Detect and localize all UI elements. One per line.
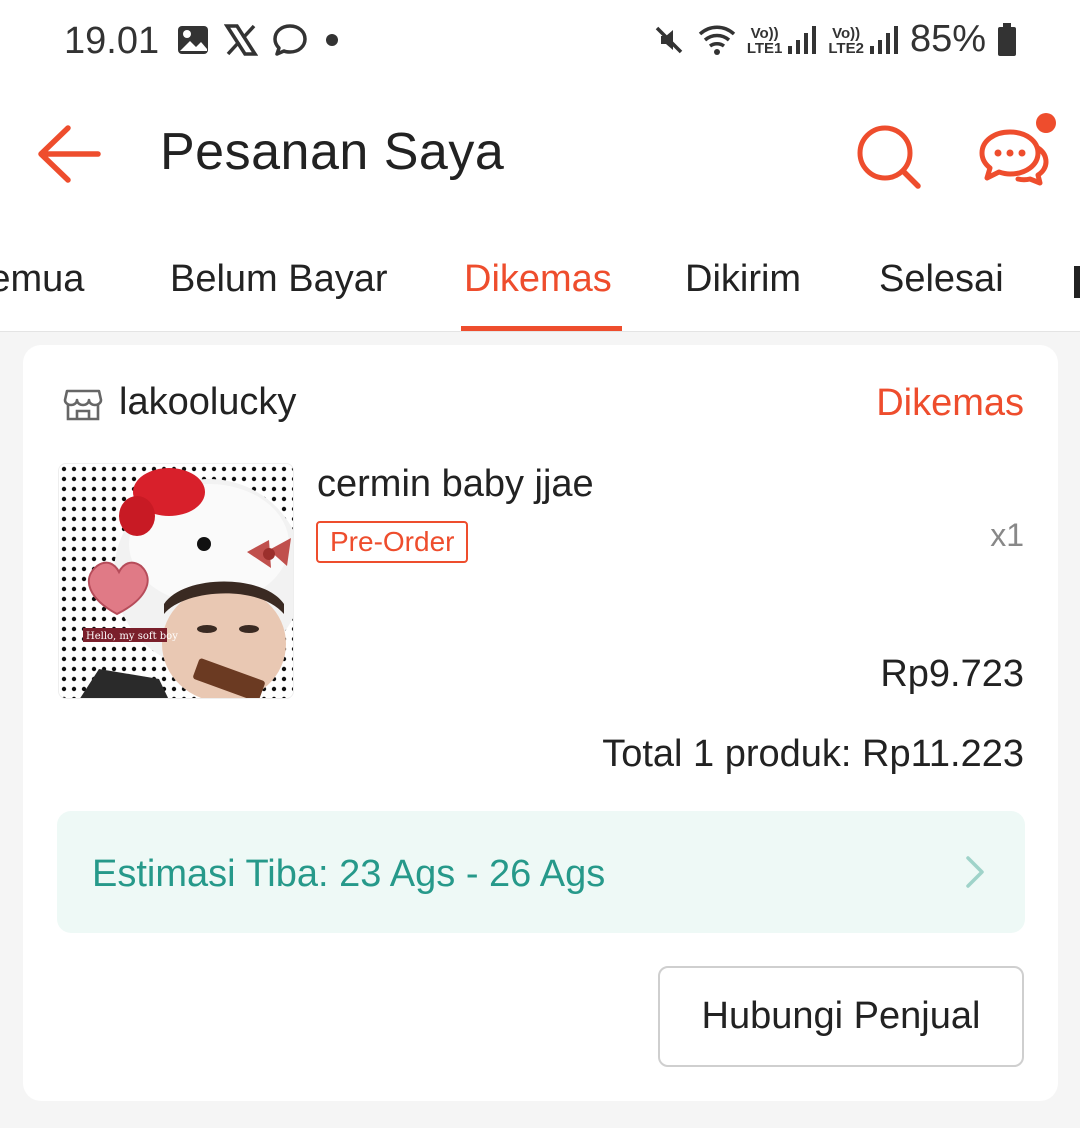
image-caption: Hello, my soft boy — [86, 631, 178, 642]
product-image[interactable]: Hello, my soft boy — [58, 463, 294, 699]
preorder-badge: Pre-Order — [316, 521, 469, 563]
sim1-label: Vo)) LTE1 — [747, 26, 783, 56]
tab-next-partial[interactable] — [1074, 266, 1080, 298]
notification-icons — [176, 22, 342, 58]
sim2-label-top: Vo)) — [832, 24, 861, 42]
shop-name[interactable]: lakoolucky — [119, 381, 296, 424]
product-price: Rp9.723 — [880, 653, 1024, 695]
sim2-label-bottom: LTE2 — [828, 39, 864, 57]
order-card[interactable]: lakoolucky Dikemas Hello, my soft boy ce… — [23, 345, 1058, 1101]
page-title: Pesanan Saya — [160, 123, 505, 181]
order-status-label: Dikemas — [876, 382, 1024, 424]
product-name[interactable]: cermin baby jjae — [317, 463, 594, 506]
chat-icon — [979, 129, 1049, 186]
chat-button[interactable] — [976, 126, 1050, 188]
status-bar: 19.01 Vo)) LTE1 Vo)) LTE2 85% — [0, 0, 1080, 84]
product-quantity: x1 — [990, 517, 1024, 553]
sim2-label: Vo)) LTE2 — [828, 26, 864, 56]
gallery-icon — [178, 26, 208, 54]
mute-icon — [655, 26, 683, 53]
sim2-indicator: Vo)) LTE2 — [828, 24, 900, 56]
arrow-left-icon — [38, 125, 101, 183]
signal-icon — [869, 25, 898, 54]
delivery-estimate-text: Estimasi Tiba: 23 Ags - 26 Ags — [92, 853, 606, 895]
chevron-right-icon — [966, 856, 984, 888]
tab-belum-bayar[interactable]: Belum Bayar — [170, 258, 388, 301]
x-app-icon — [224, 24, 258, 56]
battery-percentage: 85% — [909, 18, 986, 60]
order-status-tabs: Semua Belum Bayar Dikemas Dikirim Selesa… — [0, 224, 1080, 332]
sim1-label-top: Vo)) — [750, 24, 779, 42]
search-button[interactable] — [856, 124, 922, 190]
app-header: Pesanan Saya — [0, 84, 1080, 224]
system-icons: Vo)) LTE1 Vo)) LTE2 85% — [651, 18, 1018, 61]
delivery-estimate-row[interactable]: Estimasi Tiba: 23 Ags - 26 Ags — [57, 811, 1025, 933]
order-total: Total 1 produk: Rp11.223 — [602, 733, 1024, 775]
back-button[interactable] — [36, 124, 102, 184]
wifi-icon — [698, 25, 735, 55]
status-time: 19.01 — [64, 20, 160, 62]
search-icon — [857, 125, 921, 189]
message-bubble-icon — [273, 24, 307, 56]
sim1-indicator: Vo)) LTE1 — [747, 24, 819, 56]
contact-seller-button[interactable]: Hubungi Penjual — [658, 966, 1024, 1067]
tab-dikirim[interactable]: Dikirim — [685, 258, 801, 301]
tab-selesai[interactable]: Selesai — [879, 258, 1004, 301]
shop-icon — [63, 389, 103, 421]
signal-icon — [788, 25, 817, 54]
tab-dikemas[interactable]: Dikemas — [464, 258, 612, 301]
sim1-label-bottom: LTE1 — [746, 39, 783, 57]
active-tab-indicator — [461, 326, 622, 331]
unread-chat-badge — [1036, 113, 1056, 133]
more-notifications-dot-icon — [326, 34, 338, 46]
product-photo: Hello, my soft boy — [59, 464, 293, 698]
battery-icon — [998, 22, 1016, 56]
tab-semua[interactable]: Semua — [0, 258, 84, 301]
